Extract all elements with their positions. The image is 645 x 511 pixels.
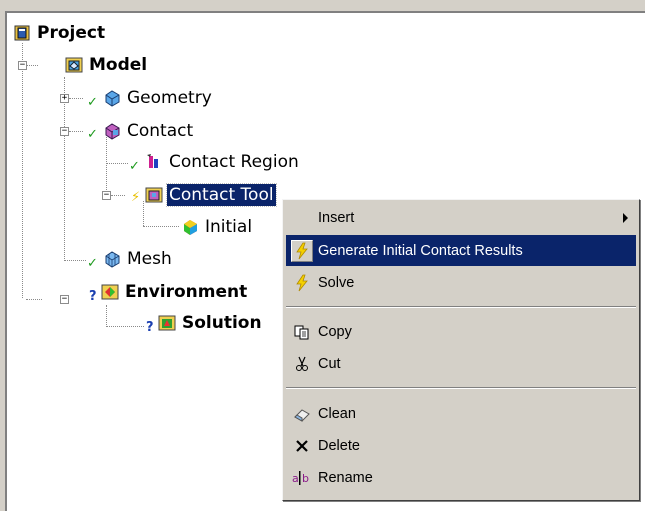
check-icon: ✓ [87,256,98,271]
tree-node-geometry[interactable]: Geometry [103,87,214,109]
tree-connector [143,201,144,226]
tree-node-label: Geometry [127,88,212,108]
lightning-icon [291,272,313,294]
check-icon: ✓ [129,159,140,174]
menu-item-label: Solve [318,274,355,291]
contact-tool-icon [145,186,163,204]
menu-item-clean[interactable]: Clean [286,398,636,429]
model-icon [65,56,83,74]
solution-icon [158,314,176,332]
tree-node-project[interactable]: Project [13,22,107,44]
tree-node-mesh[interactable]: Mesh [103,248,174,270]
tree-node-label: Environment [125,282,248,302]
tree-node-label: Mesh [127,249,172,269]
context-menu: Insert Generate Initial Contact Results … [282,199,640,501]
question-status-icon: ? [89,289,97,304]
check-icon: ✓ [87,95,98,110]
tree-connector [106,326,144,327]
tree-connector [106,163,128,164]
lightning-status-icon: ⚡ [131,190,141,205]
tree-connector [143,226,179,227]
contact-region-icon [145,153,163,171]
eraser-icon [291,403,313,425]
menu-item-delete[interactable]: Delete [286,430,636,461]
tree-node-model[interactable]: Model [65,54,149,76]
collapse-icon[interactable]: − [18,61,27,70]
menu-item-cut[interactable]: Cut [286,348,636,379]
menu-item-label: Delete [318,437,360,454]
tree-node-environment[interactable]: Environment [101,281,249,303]
environment-icon [101,283,119,301]
menu-item-label: Generate Initial Contact Results [318,242,523,259]
tree-connector [22,43,23,298]
tree-connector [26,65,38,66]
tree-node-initial[interactable]: Initial [181,216,254,238]
svg-text:b: b [302,472,309,485]
tree-node-contact[interactable]: Contact [103,120,195,142]
scissors-icon [291,353,313,375]
collapse-icon[interactable]: − [60,127,69,136]
check-icon: ✓ [87,127,98,142]
initial-contact-icon [181,218,199,236]
menu-item-rename[interactable]: ab Rename [286,462,636,493]
tree-node-label: Contact [127,121,194,141]
menu-separator [286,306,636,308]
menu-item-generate-initial-contact-results[interactable]: Generate Initial Contact Results [286,235,636,266]
lightning-icon [291,239,313,262]
delete-x-icon [291,435,313,457]
copy-icon [291,321,313,343]
mesh-icon [103,250,121,268]
tree-node-label: Solution [182,313,262,333]
tree-connector [111,195,125,196]
menu-item-label: Insert [318,209,355,226]
tree-connector [69,98,83,99]
menu-separator [286,387,636,389]
menu-item-solve[interactable]: Solve [286,267,636,298]
tree-connector [64,77,65,261]
tree-connector [64,260,86,261]
menu-item-insert[interactable]: Insert [286,202,636,233]
menu-item-label: Rename [318,469,373,486]
tree-node-label: Model [89,55,148,75]
question-status-icon: ? [146,320,154,335]
tree-node-label: Contact Region [169,152,299,172]
rename-icon: ab [291,467,313,489]
menu-item-label: Copy [318,323,352,340]
tree-connector [69,131,83,132]
menu-item-label: Clean [318,405,356,422]
tree-connector [26,299,42,300]
menu-item-label: Cut [318,355,341,372]
tree-node-label: Initial [205,217,253,237]
tree-node-solution[interactable]: Solution [158,312,264,334]
project-icon [13,24,31,42]
collapse-icon[interactable]: − [102,191,111,200]
expand-icon[interactable]: + [60,94,69,103]
tree-node-label: Project [37,23,106,43]
tree-node-label: Contact Tool [166,183,277,207]
menu-item-copy[interactable]: Copy [286,316,636,347]
tree-node-contact-region[interactable]: Contact Region [145,151,301,173]
contact-icon [103,122,121,140]
svg-text:a: a [292,472,299,485]
tree-node-contact-tool[interactable]: Contact Tool [145,183,277,207]
geometry-icon [103,89,121,107]
tree-connector [106,305,107,327]
collapse-icon[interactable]: − [60,295,69,304]
tree-connector [106,137,107,194]
window-frame-top [0,0,645,11]
submenu-arrow-icon [623,213,628,223]
